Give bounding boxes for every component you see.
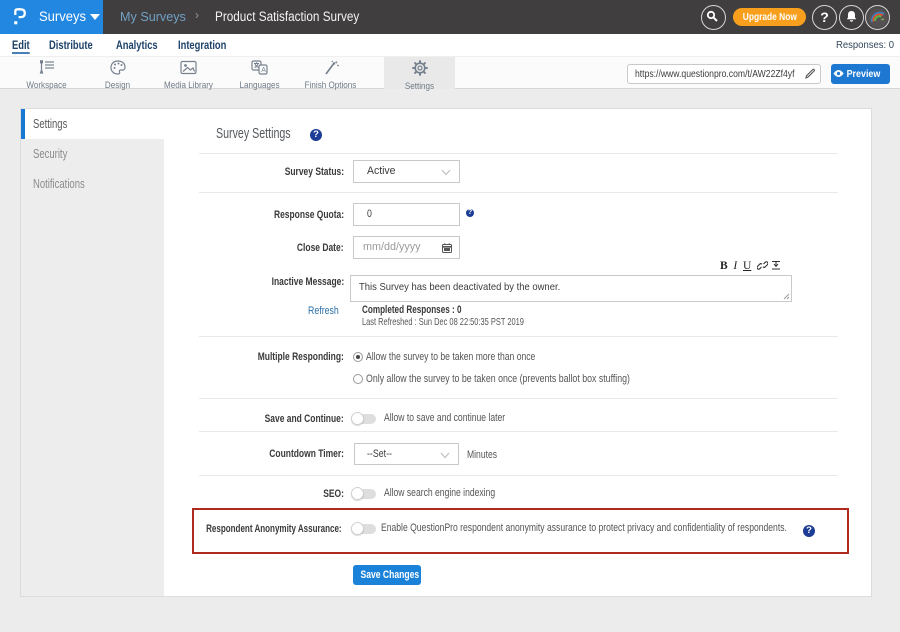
svg-text:A: A [261,67,266,74]
